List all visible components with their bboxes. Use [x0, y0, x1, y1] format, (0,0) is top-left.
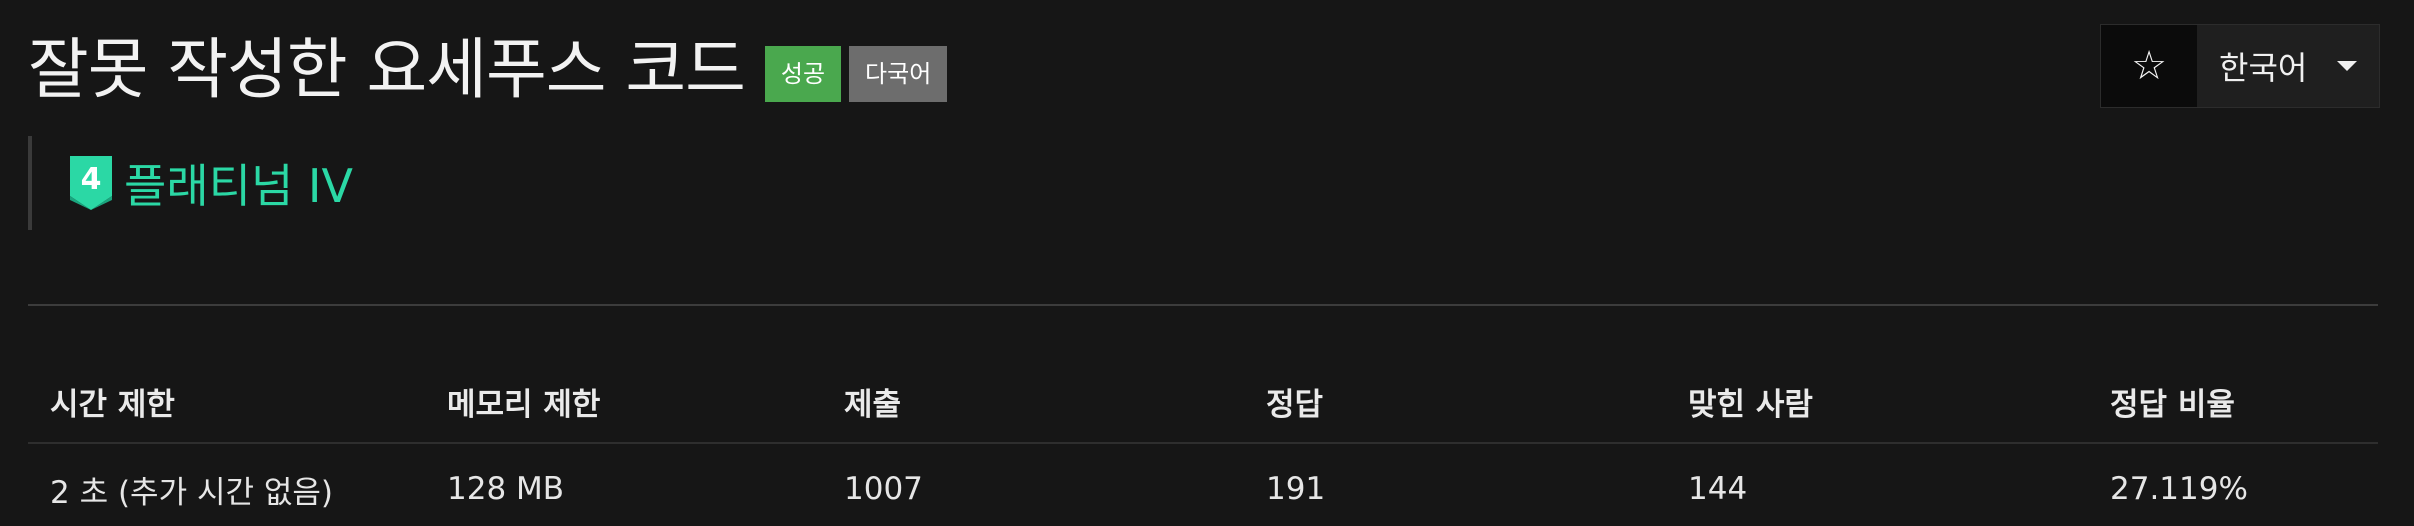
- star-icon: ☆: [2131, 43, 2167, 89]
- header-time-limit: 시간 제한: [28, 360, 425, 444]
- solvers-value: 144: [1688, 471, 1748, 507]
- table-header-row: 시간 제한 메모리 제한 제출 정답 맞힌 사람 정답 비율: [28, 360, 2378, 444]
- table-row: 2 초 (추가 시간 없음) 128 MB 1007 191 144 27.11…: [28, 443, 2378, 526]
- submissions-value: 1007: [844, 471, 923, 507]
- tier-label[interactable]: 플래티넘 IV: [124, 150, 353, 216]
- tier-number: 4: [81, 162, 102, 197]
- tier-block: 4 플래티넘 IV: [28, 136, 353, 230]
- accepted-value: 191: [1266, 471, 1326, 507]
- tier-icon: 4: [70, 156, 112, 210]
- header-controls: ☆ 한국어: [2100, 24, 2380, 108]
- memory-limit-value: 128 MB: [447, 471, 565, 507]
- problem-info-table: 시간 제한 메모리 제한 제출 정답 맞힌 사람 정답 비율 2 초 (추가 시…: [28, 360, 2378, 526]
- title-row: 잘못 작성한 요세푸스 코드 성공 다국어: [28, 26, 948, 114]
- language-select[interactable]: 한국어: [2197, 25, 2379, 107]
- header-accepted: 정답: [1244, 360, 1666, 444]
- header-solvers: 맞힌 사람: [1666, 360, 2088, 444]
- problem-page: 잘못 작성한 요세푸스 코드 성공 다국어 4 플래티넘 IV ☆ 한국어 시간…: [0, 0, 2414, 526]
- star-button[interactable]: ☆: [2101, 25, 2197, 107]
- accept-ratio-value: 27.119%: [2110, 471, 2248, 507]
- language-value: 한국어: [2219, 49, 2308, 87]
- caret-down-icon: [2337, 61, 2358, 71]
- page-title: 잘못 작성한 요세푸스 코드: [28, 31, 746, 108]
- success-badge: 성공: [764, 46, 842, 102]
- time-limit-value: 2 초 (추가 시간 없음): [50, 474, 333, 511]
- section-divider: [28, 304, 2378, 306]
- header-submissions: 제출: [822, 360, 1244, 444]
- header-accept-ratio: 정답 비율: [2088, 360, 2378, 444]
- header-memory-limit: 메모리 제한: [425, 360, 822, 444]
- multilang-badge: 다국어: [849, 46, 948, 102]
